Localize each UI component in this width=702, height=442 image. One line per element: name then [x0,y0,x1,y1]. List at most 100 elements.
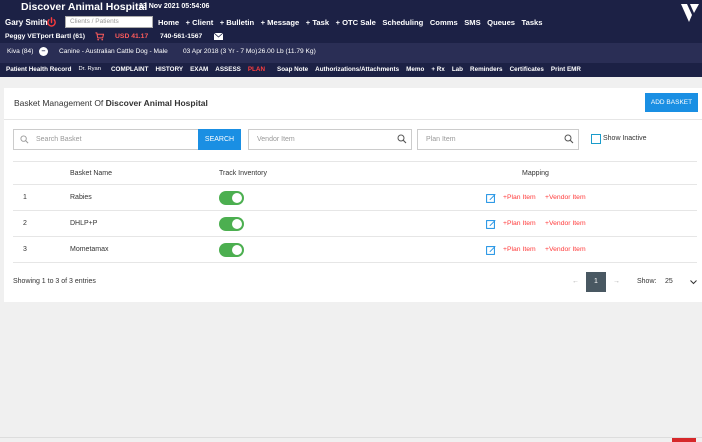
plan-item-placeholder: Plan Item [426,136,456,143]
tab-plan-active[interactable]: PLAN [248,66,265,73]
doctor-name: Dr. Ryan [78,66,101,72]
nav-home[interactable]: Home [158,18,179,27]
link-reminders[interactable]: Reminders [470,66,503,73]
chevron-down-icon[interactable] [690,279,697,285]
nav-sms[interactable]: SMS [464,18,480,27]
track-inventory-toggle[interactable] [219,191,244,205]
patient-species: Canine - Australian Cattle Dog - Male [59,48,168,55]
basket-name: Rabies [70,194,92,201]
client-phone: 740-561-1567 [160,33,203,40]
record-tabs-bar: Patient Health Record Dr. Ryan COMPLAINT… [0,63,702,77]
track-inventory-toggle[interactable] [219,217,244,231]
page-size-select[interactable]: 25 [665,278,673,285]
search-icon [20,135,29,144]
nav-add-bulletin[interactable]: + Bulletin [220,18,254,27]
record-label: Patient Health Record [6,66,72,73]
add-vendor-item-link[interactable]: +Vendor Item [545,194,586,201]
pagination-current-page[interactable]: 1 [586,272,606,292]
table-header: Basket Name Track Inventory Mapping [13,161,697,185]
nav-add-client[interactable]: + Client [186,18,214,27]
search-icon [397,134,407,144]
nav-add-message[interactable]: + Message [261,18,300,27]
link-add-rx[interactable]: + Rx [431,66,444,73]
row-number: 3 [23,246,27,253]
plan-item-input[interactable]: Plan Item [417,129,579,150]
nav-add-otc-sale[interactable]: + OTC Sale [336,18,376,27]
patient-info-row: Kiva (84) – Canine - Australian Cattle D… [0,43,702,63]
row-number: 1 [23,194,27,201]
pagination-previous[interactable]: ← [572,278,579,285]
title-row: Discover Animal Hospital 23 Nov 2021 05:… [0,0,702,15]
edit-icon[interactable] [486,219,496,229]
link-lab[interactable]: Lab [452,66,463,73]
add-plan-item-link[interactable]: +Plan Item [503,246,536,253]
basket-management-card: Basket Management Of Discover Animal Hos… [4,88,702,302]
column-track-inventory: Track Inventory [219,170,267,177]
link-certificates[interactable]: Certificates [510,66,544,73]
tab-complaint[interactable]: COMPLAINT [111,66,148,73]
link-authorizations[interactable]: Authorizations/Attachments [315,66,399,73]
patient-weight: 26.00 Lb (11.79 Kg) [258,48,316,55]
nav-comms[interactable]: Comms [430,18,458,27]
page-size-label: Show: [637,278,657,285]
header-divider [4,119,702,120]
table-row: 1 Rabies +Plan Item +Vendor Item [13,185,697,211]
edit-icon[interactable] [486,193,496,203]
link-print-emr[interactable]: Print EMR [551,66,581,73]
patient-name[interactable]: Kiva (84) [7,48,33,55]
column-mapping: Mapping [522,170,549,177]
vendor-item-input[interactable]: Vendor Item [248,129,412,150]
patient-collapse-toggle[interactable]: – [39,47,48,56]
client-name[interactable]: Peggy VETport Bartl (61) [5,33,85,40]
tab-history[interactable]: HISTORY [155,66,183,73]
user-name[interactable]: Gary Smith [5,18,48,27]
entries-summary: Showing 1 to 3 of 3 entries [13,278,96,285]
main-nav: Home + Client + Bulletin + Message + Tas… [158,18,549,27]
table-row: 2 DHLP+P +Plan Item +Vendor Item [13,211,697,237]
link-memo[interactable]: Memo [406,66,424,73]
basket-name: Mometamax [70,246,109,253]
add-basket-button[interactable]: ADD BASKET [645,93,698,112]
nav-queues[interactable]: Queues [487,18,515,27]
nav-add-task[interactable]: + Task [306,18,329,27]
nav-row: Gary Smith Clients / Patients Home + Cli… [0,15,680,31]
pagination-next[interactable]: → [613,278,620,285]
basket-name: DHLP+P [70,220,98,227]
table-row: 3 Mometamax +Plan Item +Vendor Item [13,237,697,263]
show-inactive-checkbox[interactable] [591,134,601,144]
account-balance: USD 41.17 [115,33,149,40]
nav-scheduling[interactable]: Scheduling [382,18,423,27]
logout-power-icon[interactable] [46,17,57,28]
current-datetime: 23 Nov 2021 05:54:06 [139,3,210,10]
footer-divider [0,437,702,438]
tab-assess[interactable]: ASSESS [215,66,241,73]
row-number: 2 [23,220,27,227]
add-plan-item-link[interactable]: +Plan Item [503,194,536,201]
add-plan-item-link[interactable]: +Plan Item [503,220,536,227]
add-vendor-item-link[interactable]: +Vendor Item [545,220,586,227]
link-soap-note[interactable]: Soap Note [277,66,308,73]
search-basket-input[interactable]: Search Basket [13,129,199,150]
search-button[interactable]: SEARCH [198,129,241,150]
vendor-item-placeholder: Vendor Item [257,136,295,143]
edit-icon[interactable] [486,245,496,255]
search-basket-placeholder: Search Basket [36,136,82,143]
tab-exam[interactable]: EXAM [190,66,208,73]
page-title-prefix: Basket Management Of [14,98,104,108]
page-title-hospital: Discover Animal Hospital [105,98,208,108]
track-inventory-toggle[interactable] [219,243,244,257]
page-title: Basket Management Of Discover Animal Hos… [14,98,208,108]
cart-icon[interactable] [95,32,104,41]
show-inactive-label: Show Inactive [603,135,647,142]
hospital-title: Discover Animal Hospital [21,1,148,13]
column-basket-name: Basket Name [70,170,113,177]
mail-icon[interactable] [214,33,223,40]
chat-widget-tab[interactable] [672,438,696,442]
patient-dob: 03 Apr 2018 (3 Yr - 7 Mo) [183,48,258,55]
client-info-row: Peggy VETport Bartl (61) USD 41.17 740-5… [0,31,702,43]
client-patient-search-input[interactable]: Clients / Patients [65,16,153,28]
vetport-logo-icon [681,4,699,22]
nav-tasks[interactable]: Tasks [522,18,543,27]
top-header: Discover Animal Hospital 23 Nov 2021 05:… [0,0,702,63]
add-vendor-item-link[interactable]: +Vendor Item [545,246,586,253]
